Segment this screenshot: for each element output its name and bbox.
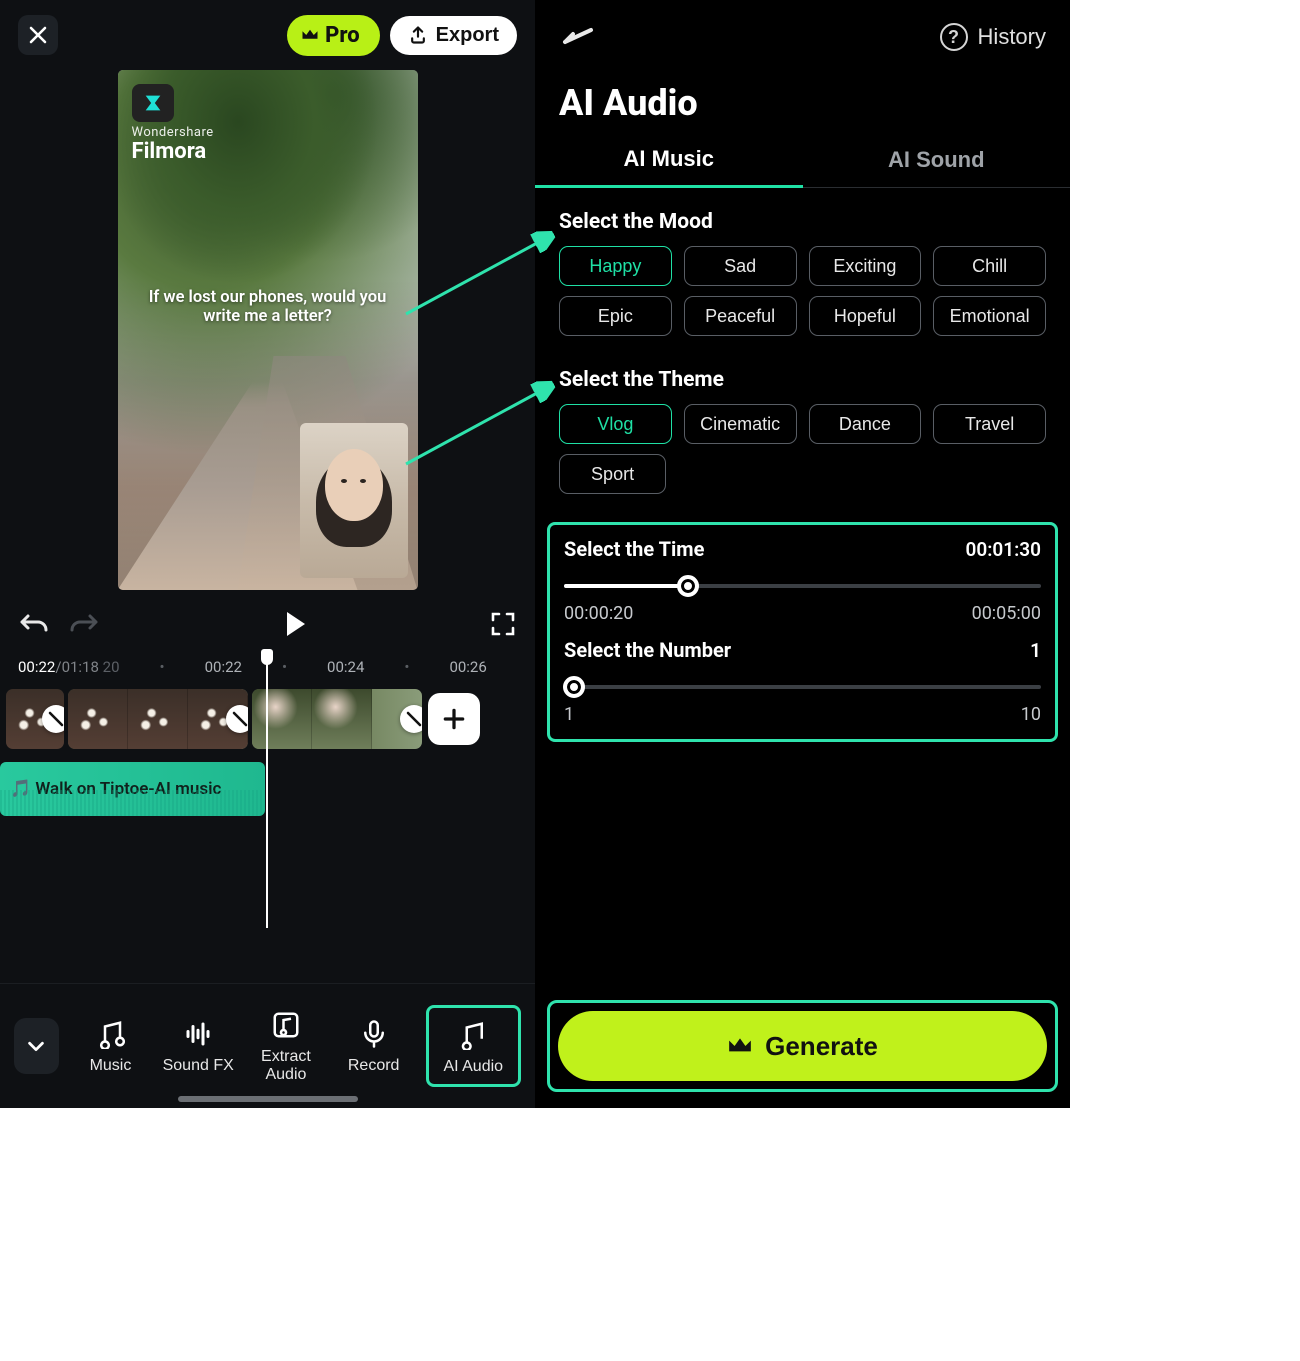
number-min: 1: [564, 704, 574, 725]
theme-dance[interactable]: Dance: [809, 404, 922, 444]
history-label: History: [978, 24, 1046, 50]
ai-audio-panel: ? History AI Audio AI Music AI Sound Sel…: [535, 0, 1070, 1108]
theme-row-2: Sport: [535, 454, 1070, 504]
collapse-toolbar-button[interactable]: [14, 1018, 59, 1074]
mood-chill[interactable]: Chill: [933, 246, 1046, 286]
ruler-tick: 00:26: [449, 658, 486, 676]
microphone-icon: [359, 1017, 389, 1051]
close-button[interactable]: [18, 15, 58, 55]
redo-button[interactable]: [68, 610, 100, 638]
filmora-logo-icon: [132, 84, 174, 122]
time-max: 00:05:00: [972, 603, 1041, 624]
generate-label: Generate: [765, 1031, 878, 1062]
add-clip-button[interactable]: [428, 693, 480, 745]
mood-peaceful[interactable]: Peaceful: [684, 296, 797, 336]
tab-ai-music[interactable]: AI Music: [535, 132, 803, 188]
clip-transition-handle[interactable]: [226, 705, 248, 733]
mood-hopeful[interactable]: Hopeful: [809, 296, 922, 336]
clip-transition-handle[interactable]: [400, 705, 422, 733]
play-button[interactable]: [279, 608, 311, 640]
panel-top-bar: ? History: [535, 0, 1070, 74]
number-slider[interactable]: [564, 672, 1041, 702]
video-clip[interactable]: [6, 689, 64, 749]
tabs: AI Music AI Sound: [535, 132, 1070, 188]
number-slider-label: Select the Number: [564, 638, 731, 662]
tool-music[interactable]: Music: [75, 1017, 147, 1075]
theme-label: Select the Theme: [535, 346, 1070, 404]
time-slider-label: Select the Time: [564, 537, 704, 561]
video-clip[interactable]: [252, 689, 422, 749]
playhead[interactable]: [266, 650, 268, 928]
playback-controls: [0, 590, 535, 648]
time-slider-value: 00:01:30: [966, 538, 1041, 561]
app-root: Pro Export Wondershare Filmora: [0, 0, 1070, 1108]
history-button[interactable]: ? History: [940, 23, 1046, 51]
plus-icon: [441, 706, 467, 732]
video-subtitle: If we lost our phones, would you write m…: [118, 288, 418, 326]
time-min: 00:00:20: [564, 603, 633, 624]
pro-label: Pro: [325, 23, 360, 48]
help-icon: ?: [940, 23, 968, 51]
clip-transition-handle[interactable]: [42, 705, 64, 733]
video-preview-area: Wondershare Filmora If we lost our phone…: [0, 70, 535, 590]
number-slider-value: 1: [1030, 639, 1041, 662]
generate-highlight: Generate: [547, 1000, 1058, 1092]
panel-title: AI Audio: [535, 74, 1070, 132]
time-primary: 00:22/01:18 20: [18, 658, 120, 676]
fullscreen-button[interactable]: [489, 610, 517, 638]
theme-travel[interactable]: Travel: [933, 404, 1046, 444]
ruler-tick: 00:24: [327, 658, 364, 676]
theme-row-1: Vlog Cinematic Dance Travel: [535, 404, 1070, 454]
tool-record[interactable]: Record: [338, 1017, 410, 1075]
extract-audio-icon: [271, 1008, 301, 1042]
audio-clip[interactable]: 🎵 Walk on Tiptoe-AI music: [0, 762, 265, 816]
time-slider[interactable]: [564, 571, 1041, 601]
export-button[interactable]: Export: [390, 16, 517, 55]
chevron-down-icon: [25, 1035, 47, 1057]
theme-cinematic[interactable]: Cinematic: [684, 404, 797, 444]
tab-ai-sound[interactable]: AI Sound: [803, 132, 1071, 188]
home-indicator: [178, 1096, 358, 1102]
theme-sport[interactable]: Sport: [559, 454, 666, 494]
tool-ai-audio[interactable]: AI Audio: [426, 1005, 521, 1087]
history-controls: [18, 610, 100, 638]
back-button[interactable]: [559, 24, 595, 51]
mood-sad[interactable]: Sad: [684, 246, 797, 286]
tool-extract-audio[interactable]: Extract Audio: [250, 1008, 322, 1083]
mood-emotional[interactable]: Emotional: [933, 296, 1046, 336]
ai-audio-icon: [458, 1018, 488, 1052]
undo-button[interactable]: [18, 610, 50, 638]
mood-exciting[interactable]: Exciting: [809, 246, 922, 286]
crown-icon: [727, 1036, 753, 1056]
mood-row-1: Happy Sad Exciting Chill: [535, 246, 1070, 296]
bottom-toolbar: Music Sound FX Extract Audio Record AI A…: [0, 983, 535, 1108]
video-clip[interactable]: [68, 689, 248, 749]
mood-label: Select the Mood: [535, 188, 1070, 246]
upload-icon: [408, 25, 428, 45]
sliders-box: Select the Time 00:01:30 00:00:20 00:05:…: [547, 522, 1058, 742]
tool-soundfx[interactable]: Sound FX: [162, 1017, 234, 1075]
video-preview[interactable]: Wondershare Filmora If we lost our phone…: [118, 70, 418, 590]
mood-happy[interactable]: Happy: [559, 246, 672, 286]
mood-epic[interactable]: Epic: [559, 296, 672, 336]
back-icon: [559, 24, 595, 48]
mood-row-2: Epic Peaceful Hopeful Emotional: [535, 296, 1070, 346]
pro-badge[interactable]: Pro: [287, 15, 380, 56]
number-max: 10: [1021, 704, 1041, 725]
soundfx-icon: [183, 1017, 213, 1051]
theme-vlog[interactable]: Vlog: [559, 404, 672, 444]
generate-button[interactable]: Generate: [558, 1011, 1047, 1081]
watermark: Wondershare Filmora: [132, 84, 214, 164]
picture-in-picture[interactable]: [300, 423, 408, 578]
crown-icon: [301, 28, 319, 42]
ruler-tick: 00:22: [205, 658, 242, 676]
export-label: Export: [436, 24, 499, 47]
editor-top-bar: Pro Export: [0, 0, 535, 70]
editor-pane: Pro Export Wondershare Filmora: [0, 0, 535, 1108]
music-icon: [95, 1017, 125, 1051]
